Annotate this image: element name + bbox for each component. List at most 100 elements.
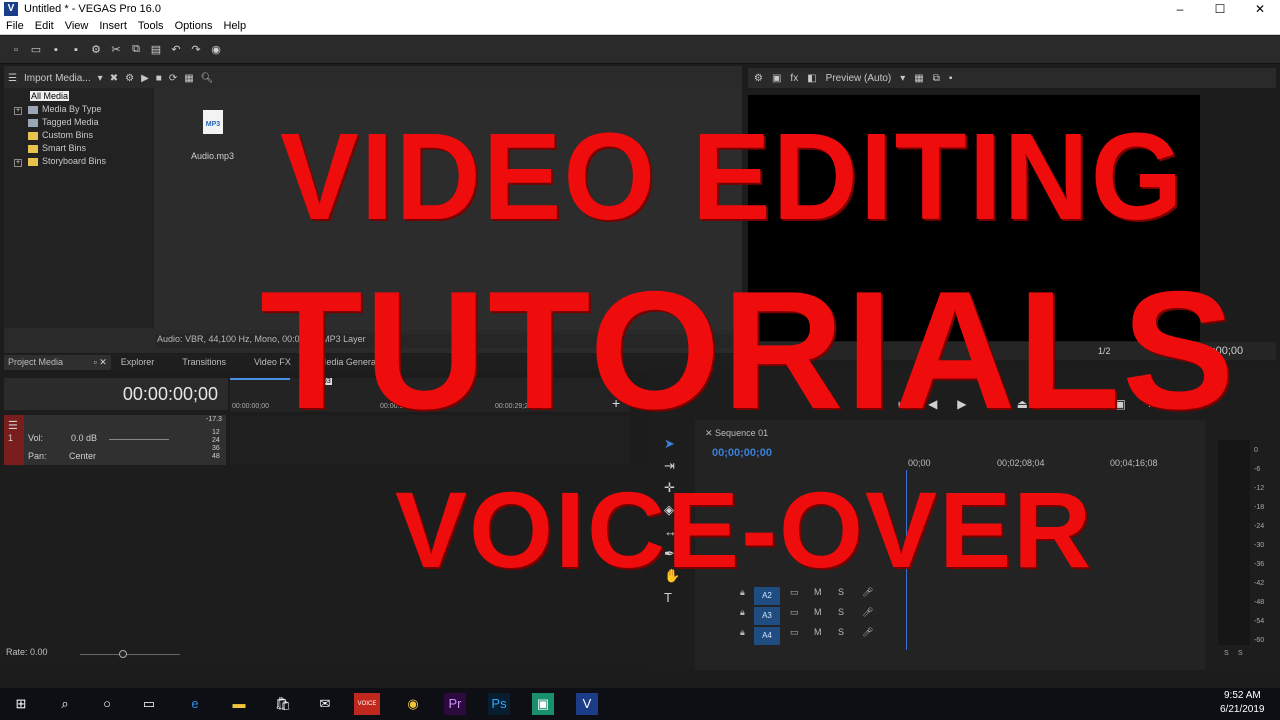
meter-db-label: -12	[1254, 485, 1265, 492]
track-label: A4	[754, 627, 780, 645]
tree-item-smart-bins[interactable]: Smart Bins	[28, 143, 86, 153]
voice-app-icon[interactable]: VOICE	[354, 693, 380, 715]
audio-level-meter	[1218, 440, 1250, 645]
sequence-ruler-label: 00;04;16;08	[1110, 458, 1158, 468]
new-file-icon[interactable]: ▫	[6, 44, 26, 56]
meter-db-label: -30	[1254, 542, 1265, 549]
render-icon[interactable]: ◉	[206, 43, 226, 56]
menu-lines-icon[interactable]: ☰	[8, 73, 17, 84]
tree-item-custom-bins[interactable]: Custom Bins	[28, 130, 93, 140]
vegas-taskbar-icon[interactable]: V	[576, 693, 598, 715]
timeline-time-display: 00:00:00;00	[4, 378, 228, 410]
meter-db-label: 0	[1254, 447, 1258, 454]
menu-bar: File Edit View Insert Tools Options Help	[0, 18, 1280, 35]
chrome-icon[interactable]: ◉	[402, 693, 424, 715]
maximize-button[interactable]: ☐	[1200, 0, 1240, 18]
menu-view[interactable]: View	[65, 20, 89, 32]
menu-tools[interactable]: Tools	[138, 20, 164, 32]
play-icon[interactable]: ▶	[141, 73, 149, 84]
stop-icon[interactable]: ■	[156, 73, 162, 84]
sequence-ruler-label: 00;02;08;04	[997, 458, 1045, 468]
rate-slider[interactable]	[80, 654, 180, 655]
split-screen-icon[interactable]: ◧	[807, 73, 816, 84]
tab-explorer[interactable]: Explorer	[121, 357, 155, 367]
recorder-app-icon[interactable]: ▣	[532, 693, 554, 715]
window-title: Untitled * - VEGAS Pro 16.0	[24, 3, 161, 15]
settings-icon[interactable]: ⚙	[125, 73, 134, 84]
menu-insert[interactable]: Insert	[99, 20, 127, 32]
meter-db-label: -24	[1254, 523, 1265, 530]
premiere-icon[interactable]: Pr	[444, 693, 466, 715]
edge-browser-icon[interactable]: e	[184, 693, 206, 715]
solo-meter-button[interactable]: S	[1224, 650, 1229, 657]
menu-options[interactable]: Options	[175, 20, 213, 32]
folder-icon	[28, 131, 38, 140]
title-bar: V Untitled * - VEGAS Pro 16.0 – ☐ ✕	[0, 0, 1280, 18]
menu-help[interactable]: Help	[223, 20, 246, 32]
copy-icon[interactable]: ⧉	[126, 43, 146, 56]
cortana-icon[interactable]: ○	[96, 693, 118, 715]
settings-icon[interactable]: ⚙	[754, 73, 763, 84]
windows-start-icon[interactable]: ⊞	[10, 693, 32, 715]
grid-icon[interactable]: ▦	[914, 73, 923, 84]
paste-icon[interactable]: ▤	[146, 43, 166, 56]
tab-project-media[interactable]: Project Media ▫ ✕	[4, 354, 111, 370]
file-explorer-icon[interactable]: ▬	[228, 693, 250, 715]
media-file-name[interactable]: Audio.mp3	[191, 151, 234, 161]
audio-track-row[interactable]: 🔒︎ A3 ▭ M S 🎤︎	[738, 607, 1208, 625]
import-media-button[interactable]: Import Media...	[24, 73, 91, 84]
expand-icon: +	[14, 159, 22, 167]
tree-item-tagged-media[interactable]: Tagged Media	[28, 117, 99, 127]
save-as-icon[interactable]: ▪	[66, 44, 86, 56]
remove-media-icon[interactable]: ✖	[110, 73, 118, 84]
track-color-strip[interactable]: ☰ 1	[4, 415, 24, 465]
meter-db-label: -42	[1254, 580, 1265, 587]
chevron-down-icon[interactable]: ▾	[98, 73, 103, 84]
sync-icon: ▭	[790, 607, 799, 617]
solo-meter-button[interactable]: S	[1238, 650, 1243, 657]
undo-icon[interactable]: ↶	[166, 43, 186, 56]
redo-icon[interactable]: ↷	[186, 43, 206, 56]
menu-file[interactable]: File	[6, 20, 24, 32]
device-icon[interactable]: ▣	[772, 73, 781, 84]
search-icon[interactable]: 🔍︎	[201, 73, 214, 84]
tree-item-storyboard-bins[interactable]: + Storyboard Bins	[14, 156, 106, 167]
track-number: 1	[8, 433, 14, 443]
copy-snapshot-icon[interactable]: ⧉	[933, 73, 940, 84]
meter-peak-value: -17.3	[206, 416, 222, 423]
auto-preview-icon[interactable]: ⟳	[169, 73, 177, 84]
tab-transitions[interactable]: Transitions	[182, 357, 226, 367]
save-icon[interactable]: ▪	[46, 44, 66, 56]
track-menu-icon[interactable]: ☰	[8, 419, 18, 432]
task-view-icon[interactable]: ▭	[138, 693, 160, 715]
tree-item-media-by-type[interactable]: + Media By Type	[14, 104, 101, 115]
mail-icon[interactable]: ✉	[314, 693, 336, 715]
audio-track-row[interactable]: 🔒︎ A4 ▭ M S 🎤︎	[738, 627, 1208, 645]
preview-quality-dropdown[interactable]: Preview (Auto)	[826, 73, 892, 84]
meter-scale-label: 48	[212, 453, 220, 460]
save-snapshot-icon[interactable]: ▪	[949, 73, 953, 84]
mic-icon: 🎤︎	[862, 627, 874, 637]
volume-slider[interactable]	[109, 439, 169, 440]
search-icon[interactable]: ⌕	[54, 693, 76, 715]
fx-icon[interactable]: fx	[790, 73, 798, 84]
lock-icon: 🔒︎	[740, 627, 745, 637]
photoshop-icon[interactable]: Ps	[488, 693, 510, 715]
open-folder-icon[interactable]: ▭	[26, 43, 46, 56]
meter-db-label: -48	[1254, 599, 1265, 606]
mp3-file-icon[interactable]: MP3	[203, 110, 223, 134]
minimize-button[interactable]: –	[1160, 0, 1200, 18]
views-icon[interactable]: ▦	[184, 73, 193, 84]
chevron-down-icon[interactable]: ▾	[900, 73, 905, 84]
menu-edit[interactable]: Edit	[35, 20, 54, 32]
settings-icon[interactable]: ⚙	[86, 43, 106, 56]
close-button[interactable]: ✕	[1240, 0, 1280, 18]
clock-date[interactable]: 6/21/2019	[1220, 704, 1265, 715]
folder-icon	[28, 157, 38, 166]
rate-slider-handle[interactable]	[119, 650, 127, 658]
clock-time[interactable]: 9:52 AM	[1224, 690, 1261, 701]
cut-icon[interactable]: ✂	[106, 43, 126, 56]
store-icon[interactable]: 🛍︎	[272, 693, 294, 715]
audio-track-header[interactable]: Vol: 0.0 dB Pan: Center -17.3 12 24 36 4…	[4, 415, 226, 465]
tree-item-all-media[interactable]: All Media	[30, 91, 70, 101]
